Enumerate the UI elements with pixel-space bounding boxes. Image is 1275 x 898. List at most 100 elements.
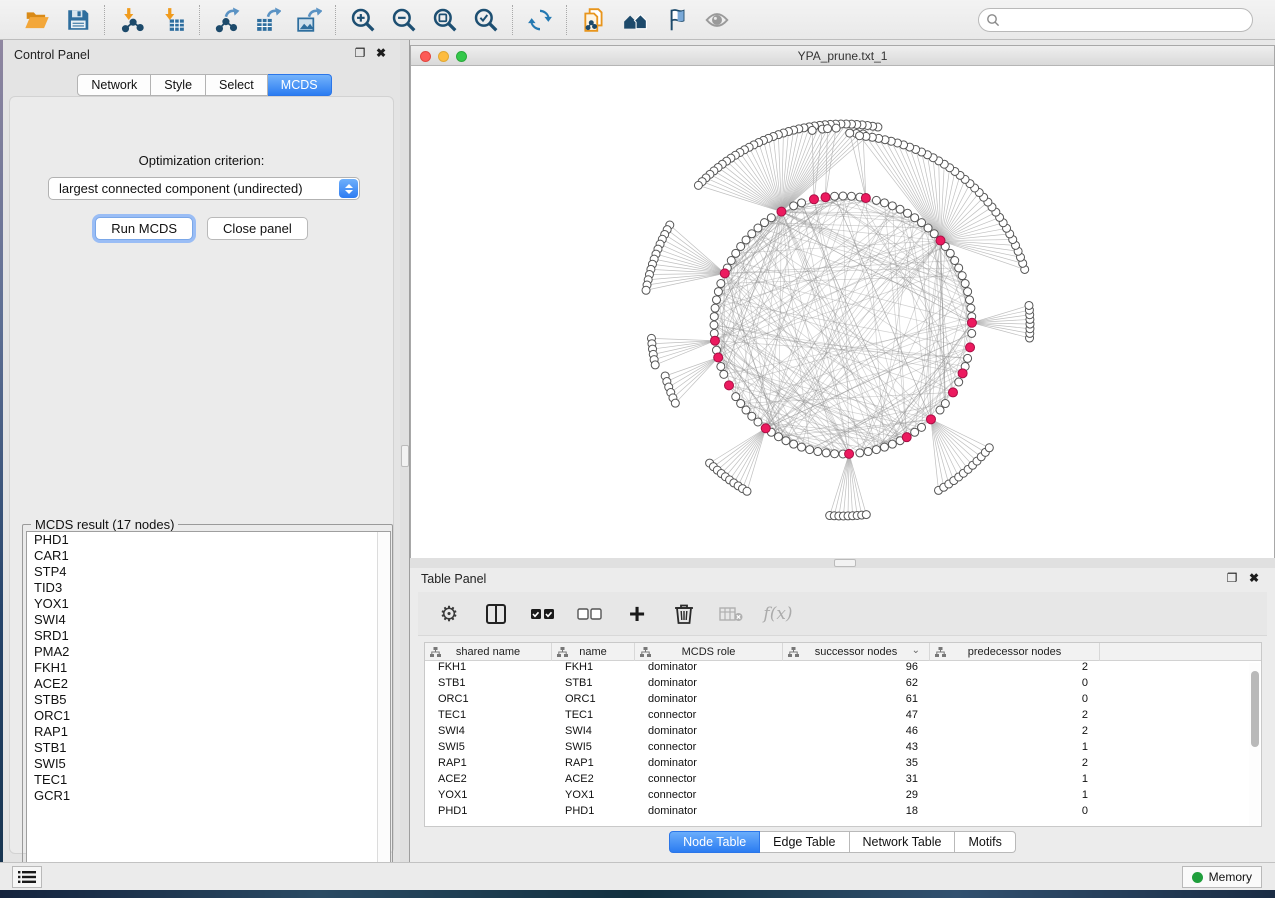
table-scrollbar[interactable] [1249,663,1260,826]
scrollbar-thumb[interactable] [1251,671,1259,747]
search-input[interactable] [978,8,1253,32]
dominator-node[interactable] [724,381,733,390]
network-window-titlebar[interactable]: YPA_prune.txt_1 [411,46,1274,66]
dominator-node[interactable] [809,195,818,204]
memory-button[interactable]: Memory [1182,866,1262,888]
dominator-node[interactable] [720,269,729,278]
mcds-result-item[interactable]: STB1 [27,740,390,756]
tab-motifs[interactable]: Motifs [955,831,1015,853]
vertical-splitter[interactable] [400,40,410,862]
column-header-successor-nodes[interactable]: successor nodes⌄ [783,643,930,661]
float-panel-icon[interactable]: ❐ [1225,572,1239,586]
dominator-node[interactable] [710,336,719,345]
node-table[interactable]: shared namenameMCDS rolesuccessor nodes⌄… [424,642,1262,827]
dominator-node[interactable] [936,236,945,245]
delete-table-icon[interactable] [718,601,744,627]
mcds-result-item[interactable]: STB5 [27,692,390,708]
dominator-node[interactable] [761,424,770,433]
mcds-result-item[interactable]: ORC1 [27,708,390,724]
add-column-icon[interactable]: + [624,601,650,627]
import-network-icon[interactable] [118,6,145,33]
dominator-node[interactable] [861,194,870,203]
float-panel-icon[interactable]: ❐ [353,47,367,61]
zoom-selected-icon[interactable] [472,6,499,33]
settings-gear-icon[interactable]: ⚙ [436,601,462,627]
tab-style[interactable]: Style [151,74,206,96]
dominator-node[interactable] [845,449,854,458]
mcds-result-item[interactable]: SWI5 [27,756,390,772]
tab-edge-table[interactable]: Edge Table [760,831,849,853]
table-row[interactable]: FKH1FKH1dominator962 [425,661,1261,677]
nested-networks-icon[interactable] [621,6,648,33]
save-session-icon[interactable] [64,6,91,33]
close-panel-icon[interactable]: ✖ [374,47,388,61]
mcds-result-list[interactable]: PHD1CAR1STP4TID3YOX1SWI4SRD1PMA2FKH1ACE2… [26,531,391,894]
mcds-result-item[interactable]: CAR1 [27,548,390,564]
table-row[interactable]: SWI5SWI5connector431 [425,741,1261,757]
export-image-icon[interactable] [295,6,322,33]
zoom-in-icon[interactable] [349,6,376,33]
column-header-MCDS-role[interactable]: MCDS role [635,643,783,661]
delete-column-icon[interactable] [671,601,697,627]
table-row[interactable]: STB1STB1dominator620 [425,677,1261,693]
show-column-icon[interactable] [483,601,509,627]
mcds-result-item[interactable]: STP4 [27,564,390,580]
dominator-node[interactable] [926,415,935,424]
import-table-icon[interactable] [159,6,186,33]
close-panel-icon[interactable]: ✖ [1247,572,1261,586]
table-row[interactable]: ACE2ACE2connector311 [425,773,1261,789]
zoom-out-icon[interactable] [390,6,417,33]
mcds-result-item[interactable]: PHD1 [27,532,390,548]
table-row[interactable]: ORC1ORC1dominator610 [425,693,1261,709]
select-all-icon[interactable] [530,601,556,627]
optimization-criterion-select[interactable]: largest connected component (undirected) [48,177,360,200]
network-canvas[interactable] [411,66,1274,558]
export-network-icon[interactable] [213,6,240,33]
dominator-node[interactable] [958,369,967,378]
mcds-result-item[interactable]: TID3 [27,580,390,596]
dominator-node[interactable] [967,318,976,327]
mcds-result-item[interactable]: SWI4 [27,612,390,628]
tab-mcds[interactable]: MCDS [268,74,332,96]
table-row[interactable]: TEC1TEC1connector472 [425,709,1261,725]
hide-selected-icon[interactable] [662,6,689,33]
dominator-node[interactable] [948,388,957,397]
clone-network-icon[interactable] [580,6,607,33]
show-all-icon[interactable] [703,6,730,33]
deselect-all-icon[interactable] [577,601,603,627]
tab-node-table[interactable]: Node Table [669,831,760,853]
mcds-result-item[interactable]: TEC1 [27,772,390,788]
mcds-result-item[interactable]: ACE2 [27,676,390,692]
splitter-grip[interactable] [834,559,856,567]
table-row[interactable]: SWI4SWI4dominator462 [425,725,1261,741]
table-row[interactable]: YOX1YOX1connector291 [425,789,1261,805]
function-builder-icon[interactable]: f(x) [765,601,791,627]
mcds-result-item[interactable]: FKH1 [27,660,390,676]
mcds-list-scrollbar[interactable] [377,532,390,893]
dominator-node[interactable] [714,353,723,362]
dominator-node[interactable] [777,207,786,216]
dominator-node[interactable] [821,193,830,202]
close-panel-button[interactable]: Close panel [207,217,308,240]
sort-descending-icon[interactable]: ⌄ [912,645,920,656]
horizontal-splitter[interactable] [410,558,1275,568]
table-row[interactable]: PHD1PHD1dominator180 [425,805,1261,821]
mcds-result-item[interactable]: SRD1 [27,628,390,644]
column-header-name[interactable]: name [552,643,635,661]
tab-network[interactable]: Network [77,74,151,96]
refresh-icon[interactable] [526,6,553,33]
network-graph[interactable] [411,66,1274,558]
task-history-button[interactable] [12,866,42,888]
zoom-fit-icon[interactable] [431,6,458,33]
mcds-result-item[interactable]: PMA2 [27,644,390,660]
mcds-result-item[interactable]: GCR1 [27,788,390,804]
open-session-icon[interactable] [23,6,50,33]
mcds-result-item[interactable]: YOX1 [27,596,390,612]
column-header-predecessor-nodes[interactable]: predecessor nodes [930,643,1100,661]
tab-select[interactable]: Select [206,74,268,96]
tab-network-table[interactable]: Network Table [850,831,956,853]
mcds-result-item[interactable]: RAP1 [27,724,390,740]
splitter-grip[interactable] [401,445,409,467]
column-header-shared-name[interactable]: shared name [425,643,552,661]
table-row[interactable]: RAP1RAP1dominator352 [425,757,1261,773]
